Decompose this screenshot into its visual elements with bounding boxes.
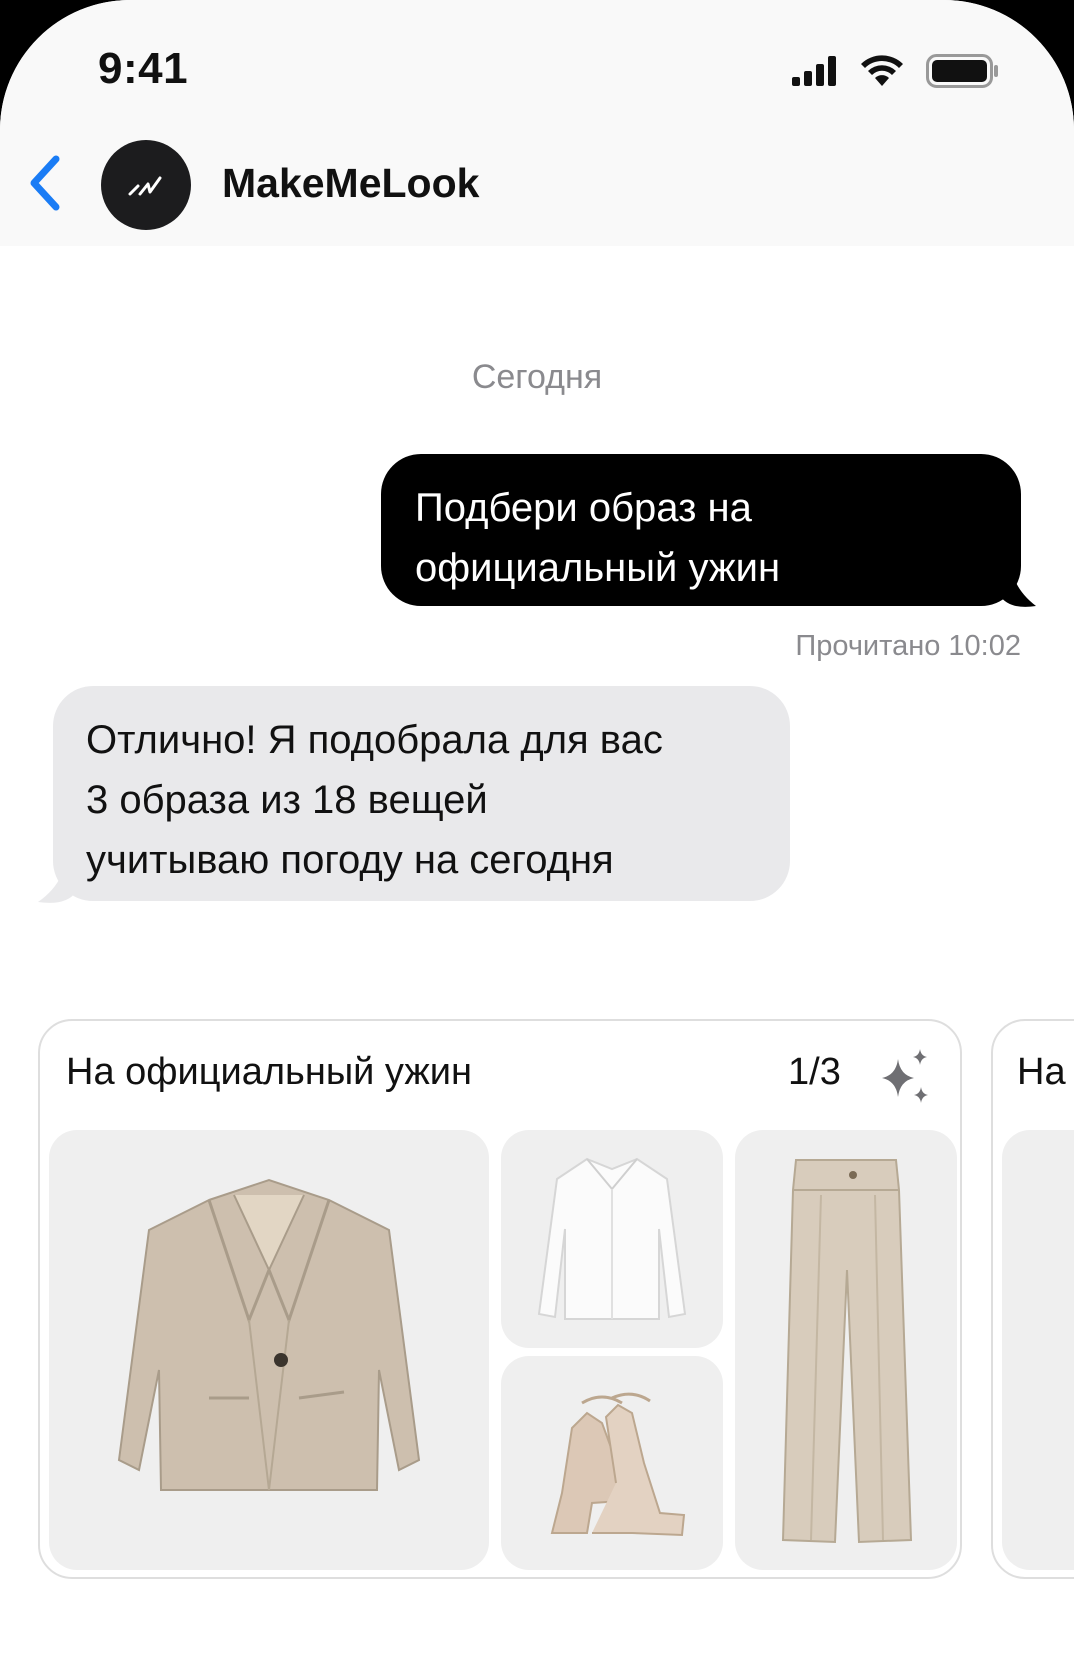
- avatar[interactable]: [101, 140, 191, 230]
- read-receipt: Прочитано 10:02: [795, 630, 1021, 662]
- trousers-item[interactable]: [735, 1130, 957, 1570]
- outfit-title: На: [1017, 1051, 1066, 1093]
- incoming-message-line: учитываю погоду на сегодня: [86, 838, 614, 882]
- outgoing-message-line: Подбери образ на: [415, 486, 752, 530]
- outfit-card-next[interactable]: На: [991, 1019, 1074, 1579]
- status-time: 9:41: [98, 44, 189, 93]
- incoming-message[interactable]: Отлично! Я подобрала для вас 3 образа из…: [53, 686, 790, 901]
- logo-icon: [128, 176, 162, 196]
- contact-name[interactable]: MakeMeLook: [222, 160, 479, 207]
- outfit-item-tile[interactable]: [1002, 1130, 1074, 1570]
- heels-image: [550, 1392, 686, 1537]
- shirt-item[interactable]: [501, 1130, 723, 1348]
- shirt-image: [537, 1157, 687, 1320]
- chat-header: MakeMeLook: [0, 120, 1074, 246]
- outgoing-message-line: официальный ужин: [415, 546, 781, 590]
- outfit-counter: 1/3: [788, 1051, 841, 1093]
- wifi-icon: [861, 55, 903, 86]
- blazer-image: [117, 1178, 421, 1491]
- incoming-message-line: Отлично! Я подобрала для вас: [86, 718, 663, 762]
- blazer-item[interactable]: [49, 1130, 489, 1570]
- incoming-message-line: 3 образа из 18 вещей: [86, 778, 488, 822]
- chevron-left-icon: [30, 155, 60, 211]
- trousers-image: [781, 1159, 913, 1544]
- outfit-title: На официальный ужин: [66, 1051, 472, 1093]
- sparkle-icon[interactable]: [874, 1047, 934, 1107]
- heels-item[interactable]: [501, 1356, 723, 1570]
- battery-icon: [926, 54, 998, 88]
- status-bar: 9:41: [0, 0, 1074, 120]
- cellular-signal-icon: [792, 56, 836, 86]
- back-button[interactable]: [20, 150, 70, 216]
- date-separator: Сегодня: [471, 358, 603, 396]
- outgoing-message[interactable]: Подбери образ на официальный ужин: [381, 454, 1021, 606]
- status-icons: [792, 54, 1000, 88]
- outfit-card[interactable]: На официальный ужин 1/3: [38, 1019, 962, 1579]
- phone-screen: 9:41 MakeMeLook Сегодня Подбери образ на…: [0, 0, 1074, 1655]
